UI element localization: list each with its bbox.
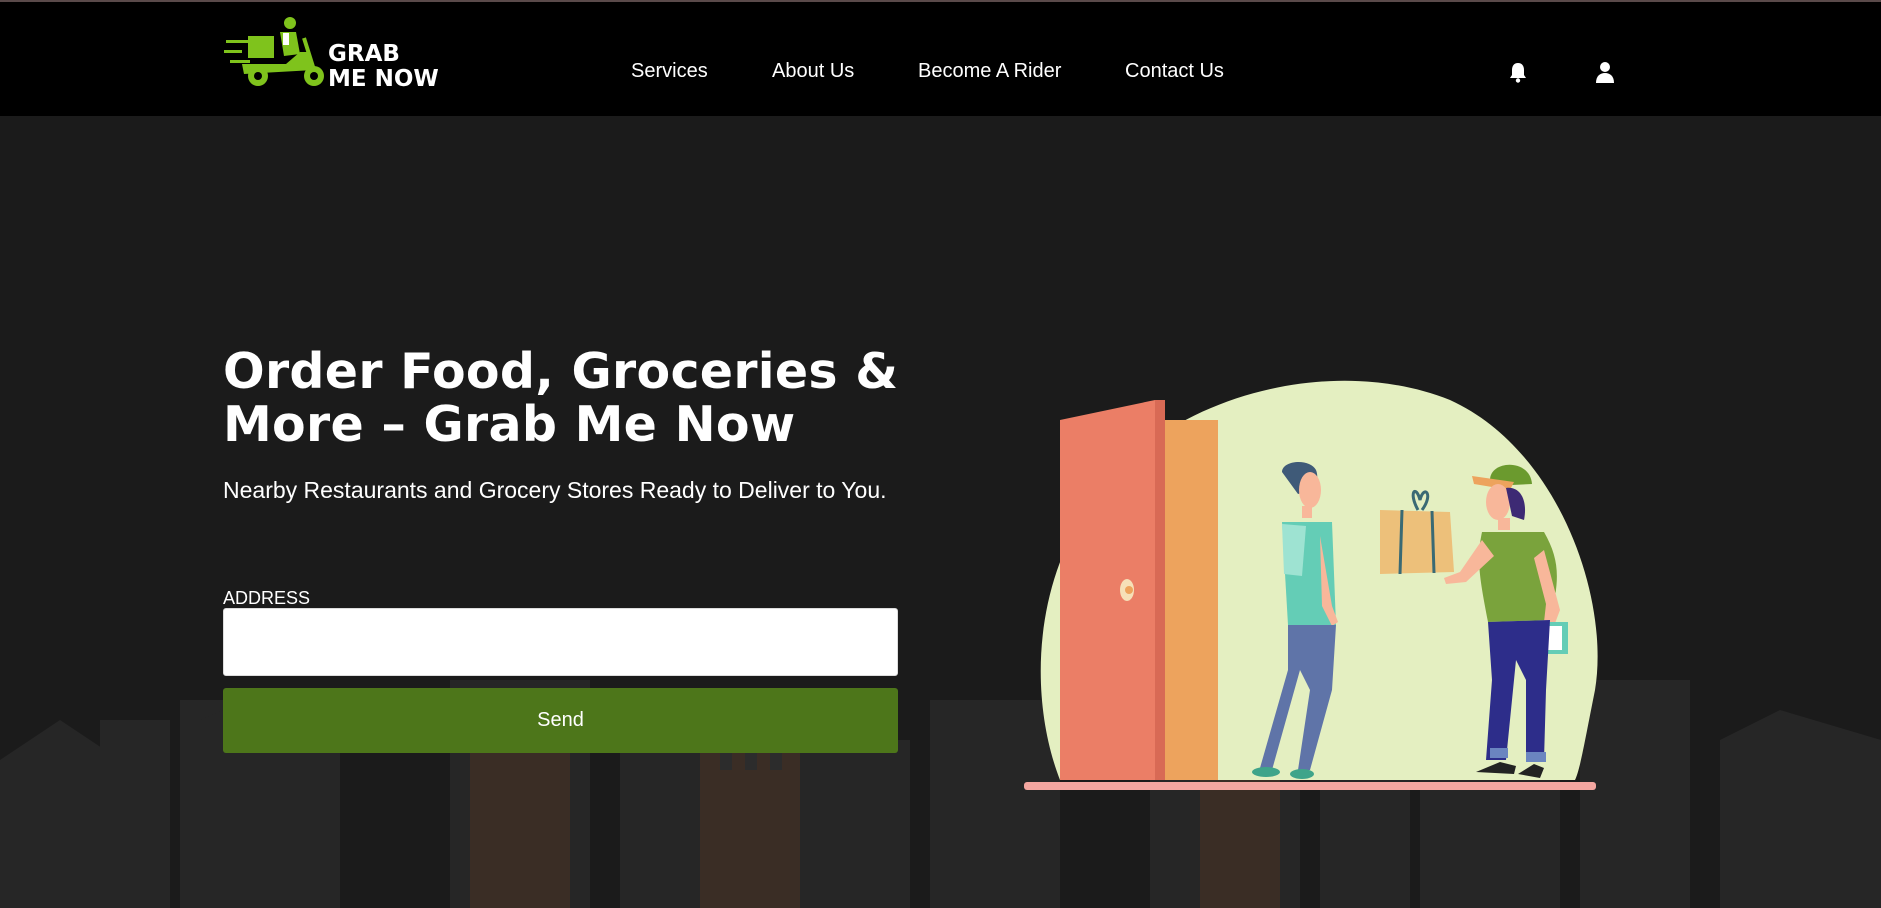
logo-wordmark: GRAB ME NOW bbox=[328, 42, 439, 92]
hero-subtitle: Nearby Restaurants and Grocery Stores Re… bbox=[223, 477, 887, 503]
nav-contact-us[interactable]: Contact Us bbox=[1125, 60, 1224, 83]
nav-become-a-rider[interactable]: Become A Rider bbox=[918, 60, 1061, 83]
site-header: GRAB ME NOW Services About Us Become A R… bbox=[0, 2, 1881, 116]
bell-icon[interactable] bbox=[1506, 60, 1530, 84]
nav-about-us[interactable]: About Us bbox=[772, 60, 854, 83]
logo-line-1: GRAB bbox=[328, 41, 400, 67]
delivery-illustration bbox=[1024, 380, 1598, 790]
address-input[interactable] bbox=[223, 608, 898, 676]
hero-title: Order Food, Groceries & More – Grab Me N… bbox=[223, 345, 943, 451]
send-button[interactable]: Send bbox=[223, 688, 898, 753]
address-label: ADDRESS bbox=[223, 588, 311, 608]
scooter-logo-icon bbox=[224, 17, 324, 86]
user-icon[interactable] bbox=[1593, 60, 1617, 84]
logo-line-2: ME NOW bbox=[328, 66, 439, 92]
nav-services[interactable]: Services bbox=[631, 60, 708, 83]
hero-title-line-2: More – Grab Me Now bbox=[223, 396, 796, 453]
hero-title-line-1: Order Food, Groceries & bbox=[223, 343, 899, 400]
